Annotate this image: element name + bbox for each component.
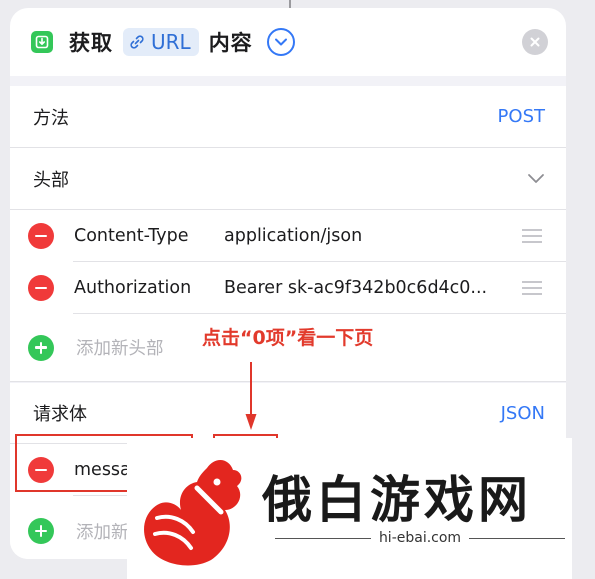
drag-handle-icon[interactable] — [522, 229, 542, 243]
expand-chevron-icon[interactable] — [266, 28, 295, 56]
watermark-url-text: hi-ebai.com — [378, 530, 462, 546]
add-field-label: 添加新 — [76, 522, 129, 543]
header-item-row: Authorization Bearer sk-ac9f342b0c6d4c0.… — [10, 262, 566, 314]
download-icon — [31, 31, 53, 53]
url-chip-label: URL — [151, 30, 191, 54]
title-suffix: 内容 — [208, 31, 253, 55]
action-header: 获取 URL 内容 — [10, 8, 566, 76]
watermark: 俄白游戏网 hi-ebai.com — [127, 438, 572, 579]
link-icon — [129, 34, 145, 50]
url-variable-chip[interactable]: URL — [123, 28, 199, 56]
title-prefix: 获取 — [69, 31, 113, 55]
header-key[interactable]: Authorization — [74, 278, 224, 298]
close-icon[interactable] — [522, 29, 548, 55]
remove-header-button[interactable] — [28, 275, 54, 301]
watermark-url: hi-ebai.com — [275, 530, 566, 546]
watermark-title: 俄白游戏网 — [262, 470, 532, 529]
add-header-label: 添加新头部 — [76, 339, 164, 359]
add-header-button[interactable] — [28, 334, 54, 361]
request-body-type[interactable]: JSON — [501, 403, 545, 424]
method-label: 方法 — [33, 107, 69, 129]
annotation-text: 点击“0项”看一下页 — [202, 327, 374, 349]
chevron-down-icon[interactable] — [527, 173, 545, 184]
header-value[interactable]: application/json — [224, 226, 506, 246]
remove-header-button[interactable] — [28, 223, 54, 249]
request-body-label: 请求体 — [33, 404, 87, 425]
drag-handle-icon[interactable] — [522, 281, 542, 295]
top-connector-line — [289, 0, 291, 8]
header-item-row: Content-Type application/json — [10, 210, 566, 262]
header-value[interactable]: Bearer sk-ac9f342b0c6d4c0... — [224, 278, 506, 298]
header-key[interactable]: Content-Type — [74, 226, 224, 246]
section-gap — [10, 76, 566, 86]
annotation-arrow-icon — [245, 362, 257, 430]
headers-row[interactable]: 头部 — [10, 148, 566, 210]
method-value[interactable]: POST — [498, 106, 545, 127]
headers-label: 头部 — [33, 169, 69, 191]
rooster-logo-icon — [144, 459, 242, 566]
method-row[interactable]: 方法 POST — [10, 86, 566, 148]
add-field-button[interactable] — [28, 518, 54, 544]
